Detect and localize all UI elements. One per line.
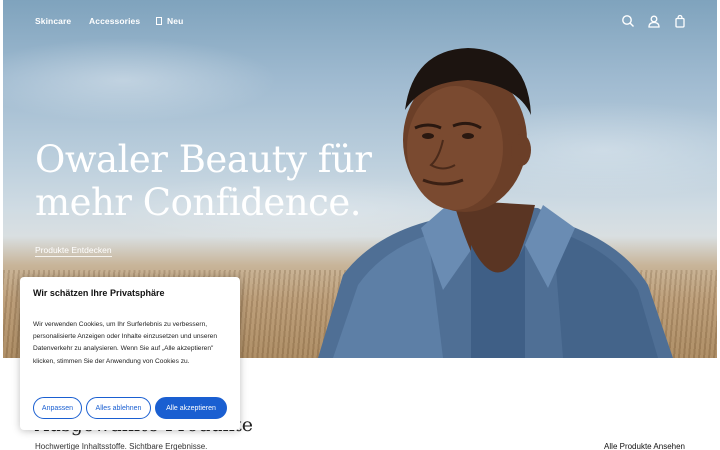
customize-button[interactable]: Anpassen: [33, 397, 82, 419]
cookie-consent-dialog: Wir schätzen Ihre Privatsphäre Wir verwe…: [20, 277, 240, 430]
cookie-dialog-body: Wir verwenden Cookies, um Ihr Surferlebn…: [33, 321, 218, 365]
nav-new-link[interactable]: Neu: [156, 16, 183, 26]
account-icon[interactable]: [647, 14, 661, 28]
reject-all-button[interactable]: Alles ablehnen: [86, 397, 151, 419]
new-tag-icon: [156, 17, 162, 25]
view-all-products-link[interactable]: Alle Produkte Ansehen: [604, 442, 685, 450]
nav-new-label: Neu: [167, 16, 184, 26]
nav-accessories-link[interactable]: Accessories: [89, 16, 140, 26]
nav-skincare-link[interactable]: Skincare: [35, 16, 71, 26]
top-navigation: Skincare Accessories Neu: [3, 0, 717, 44]
hero-headline: Owaler Beauty für mehr Confidence.: [35, 138, 372, 224]
featured-products-subtitle: Hochwertige Inhaltsstoffe. Sichtbare Erg…: [35, 442, 208, 450]
search-icon[interactable]: [621, 14, 635, 28]
cart-icon[interactable]: [673, 14, 687, 28]
discover-products-link[interactable]: Produkte Entdecken: [35, 245, 112, 257]
cookie-dialog-title: Wir schätzen Ihre Privatsphäre: [33, 288, 165, 298]
accept-all-button[interactable]: Alle akzeptieren: [155, 397, 227, 419]
